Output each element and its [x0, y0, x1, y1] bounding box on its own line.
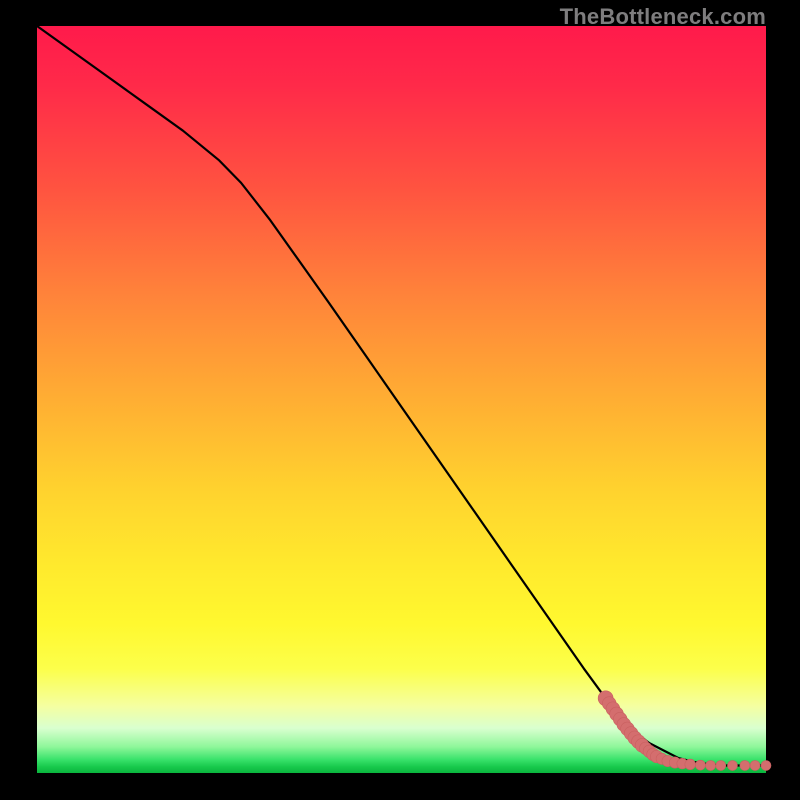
- curve-marker: [740, 761, 750, 771]
- curve-marker: [706, 761, 716, 771]
- curve-marker: [727, 761, 737, 771]
- curve-marker: [695, 760, 705, 770]
- bottleneck-curve: [37, 26, 766, 766]
- watermark-label: TheBottleneck.com: [560, 4, 766, 30]
- curve-marker: [685, 759, 696, 770]
- curve-marker: [761, 761, 771, 771]
- curve-marker: [716, 761, 726, 771]
- curve-marker: [750, 761, 760, 771]
- chart-overlay: [37, 26, 766, 773]
